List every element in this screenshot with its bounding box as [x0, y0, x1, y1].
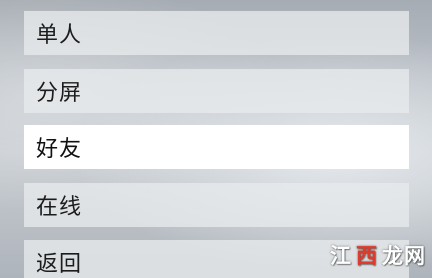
menu-item-label: 返回 [36, 252, 83, 277]
menu-item-online[interactable]: 在线 [24, 183, 409, 227]
watermark-text-3: 龙网 [382, 244, 426, 268]
menu-item-label: 在线 [36, 195, 83, 220]
menu-item-label: 分屏 [36, 81, 83, 106]
menu-item-single-player[interactable]: 单人 [24, 11, 409, 55]
main-menu: 单人 分屏 好友 在线 返回 [0, 0, 432, 278]
watermark-text-1: 江 [330, 244, 352, 268]
site-watermark: 江西龙网 [330, 240, 426, 270]
menu-item-label: 单人 [36, 23, 83, 48]
watermark-text-2: 西 [356, 244, 378, 268]
menu-item-label: 好友 [36, 137, 83, 162]
menu-item-friends[interactable]: 好友 [24, 125, 409, 169]
menu-item-split-screen[interactable]: 分屏 [24, 69, 409, 113]
